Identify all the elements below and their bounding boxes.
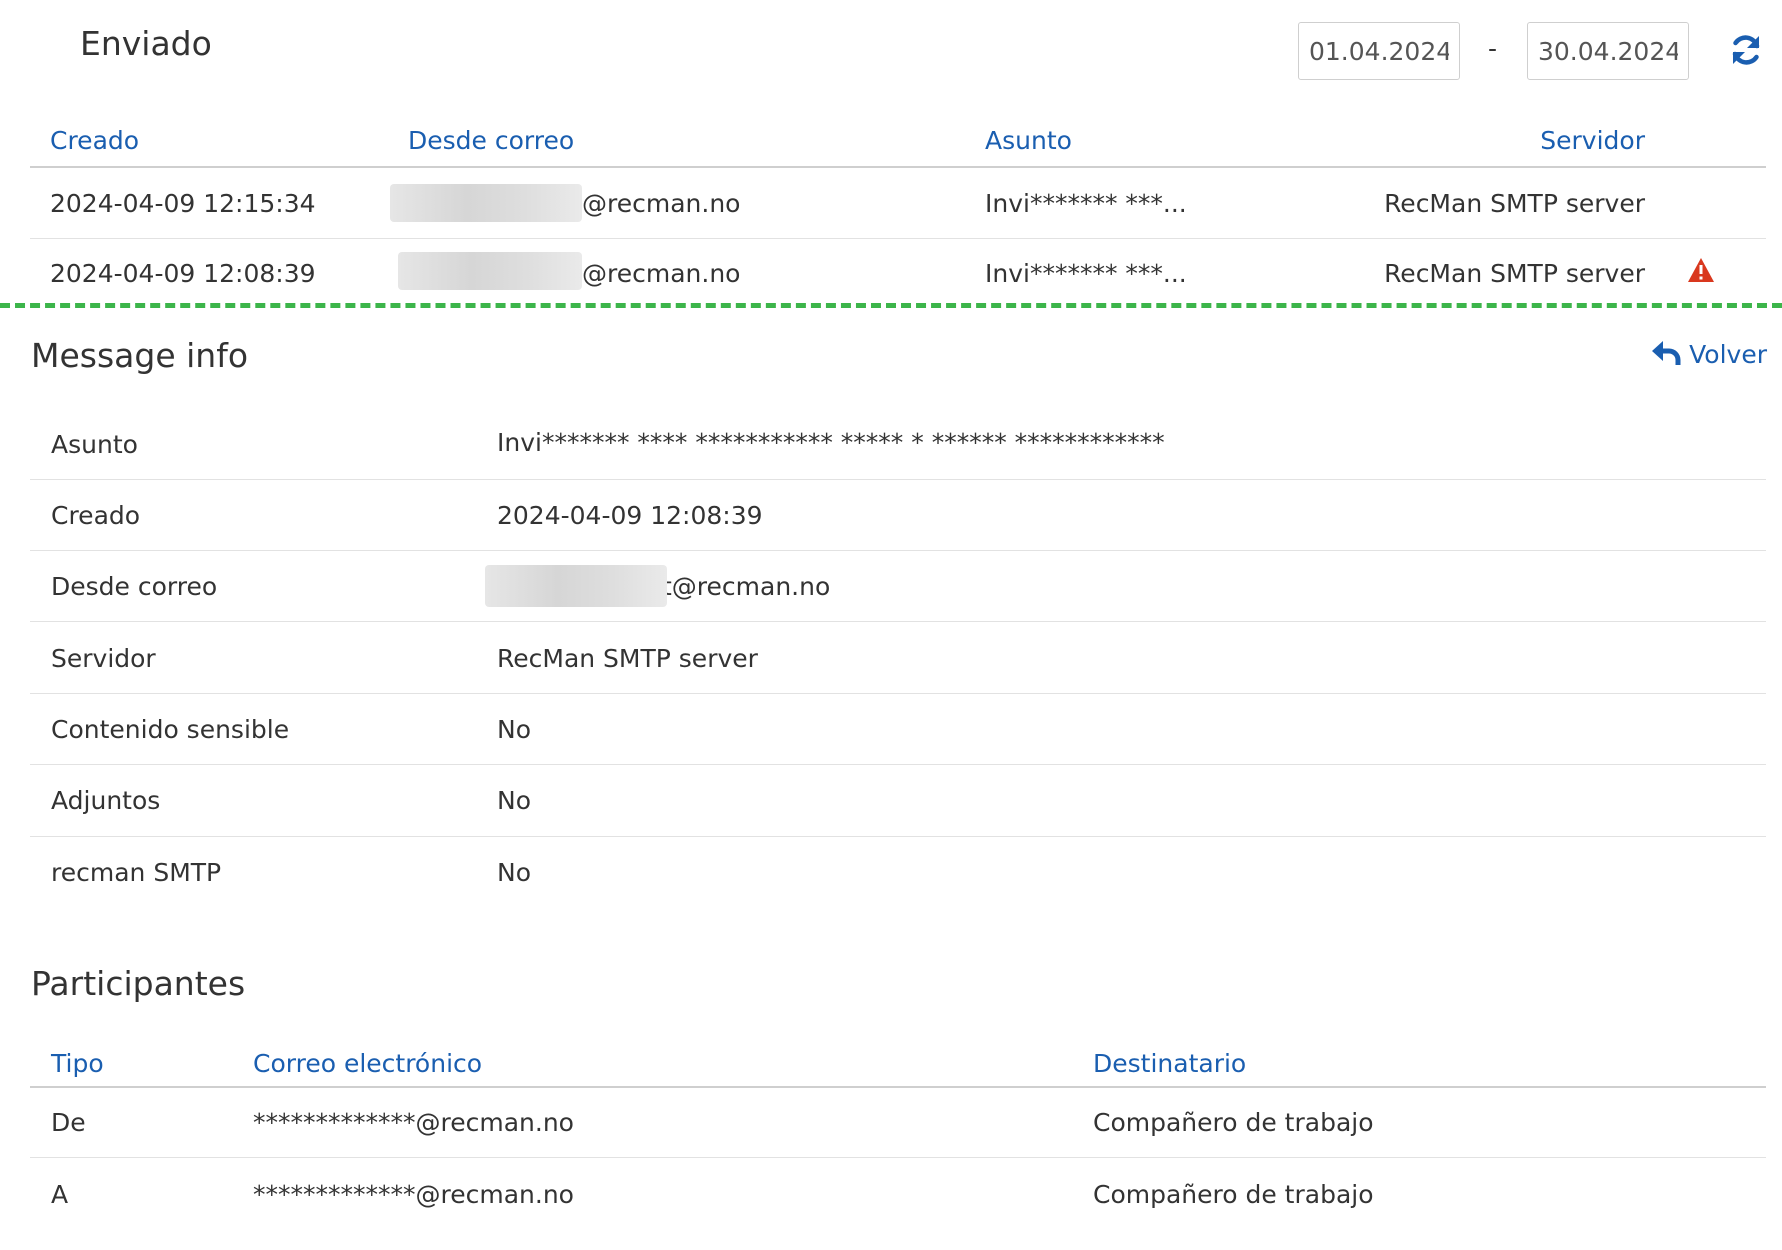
info-value-subject: Invi******* **** *********** ***** * ***… <box>497 428 1165 457</box>
redacted-email-blur <box>485 565 667 607</box>
page-title: Enviado <box>80 24 212 63</box>
cell-created: 2024-04-09 12:08:39 <box>50 259 316 288</box>
col-header-recipient[interactable]: Destinatario <box>1093 1049 1246 1078</box>
row-divider <box>30 550 1766 551</box>
col-header-from[interactable]: Desde correo <box>408 126 574 155</box>
cell-recipient: Compañero de trabajo <box>1093 1180 1374 1209</box>
cell-email: *************@recman.no <box>253 1180 574 1209</box>
redacted-email-blur <box>390 184 582 222</box>
info-label-subject: Asunto <box>51 430 138 459</box>
table-header-divider <box>30 166 1766 168</box>
row-divider <box>30 479 1766 480</box>
col-header-email[interactable]: Correo electrónico <box>253 1049 482 1078</box>
cell-subject: Invi******* ***... <box>985 259 1187 288</box>
cell-created: 2024-04-09 12:15:34 <box>50 189 316 218</box>
refresh-icon[interactable] <box>1728 32 1764 68</box>
cell-subject: Invi******* ***... <box>985 189 1187 218</box>
date-from-input[interactable] <box>1298 22 1460 80</box>
selection-divider <box>0 303 1782 308</box>
cell-from: @recman.no <box>582 189 741 218</box>
cell-type: De <box>51 1108 86 1137</box>
cell-recipient: Compañero de trabajo <box>1093 1108 1374 1137</box>
cell-email: *************@recman.no <box>253 1108 574 1137</box>
cell-from: @recman.no <box>582 259 741 288</box>
warning-icon <box>1687 257 1715 283</box>
info-label-attachments: Adjuntos <box>51 786 161 815</box>
message-info-title: Message info <box>31 336 249 375</box>
participants-title: Participantes <box>31 964 246 1003</box>
info-value-smtp: No <box>497 858 531 887</box>
row-divider <box>30 1157 1766 1158</box>
back-button-label: Volver <box>1689 340 1767 369</box>
row-divider <box>30 621 1766 622</box>
info-label-from: Desde correo <box>51 572 218 601</box>
info-value-server: RecMan SMTP server <box>497 644 758 673</box>
back-button[interactable]: Volver <box>1651 340 1767 369</box>
row-divider <box>30 836 1766 837</box>
info-value-attachments: No <box>497 786 531 815</box>
redacted-email-blur <box>398 252 582 290</box>
info-value-from: t@recman.no <box>662 572 831 601</box>
col-header-subject[interactable]: Asunto <box>985 126 1072 155</box>
reply-icon <box>1651 340 1681 366</box>
info-label-sensitive: Contenido sensible <box>51 715 290 744</box>
col-header-created[interactable]: Creado <box>50 126 139 155</box>
info-label-smtp: recman SMTP <box>51 858 222 887</box>
date-to-input[interactable] <box>1527 22 1689 80</box>
date-separator: - <box>1488 34 1498 63</box>
row-divider <box>30 238 1766 239</box>
table-header-divider <box>30 1086 1766 1088</box>
row-divider <box>30 764 1766 765</box>
col-header-type[interactable]: Tipo <box>51 1049 104 1078</box>
cell-server: RecMan SMTP server <box>1384 259 1645 288</box>
row-divider <box>30 693 1766 694</box>
col-header-server[interactable]: Servidor <box>1540 126 1645 155</box>
info-label-created: Creado <box>51 501 141 530</box>
info-value-sensitive: No <box>497 715 531 744</box>
cell-server: RecMan SMTP server <box>1384 189 1645 218</box>
cell-type: A <box>51 1180 69 1209</box>
info-label-server: Servidor <box>51 644 156 673</box>
info-value-created: 2024-04-09 12:08:39 <box>497 501 763 530</box>
